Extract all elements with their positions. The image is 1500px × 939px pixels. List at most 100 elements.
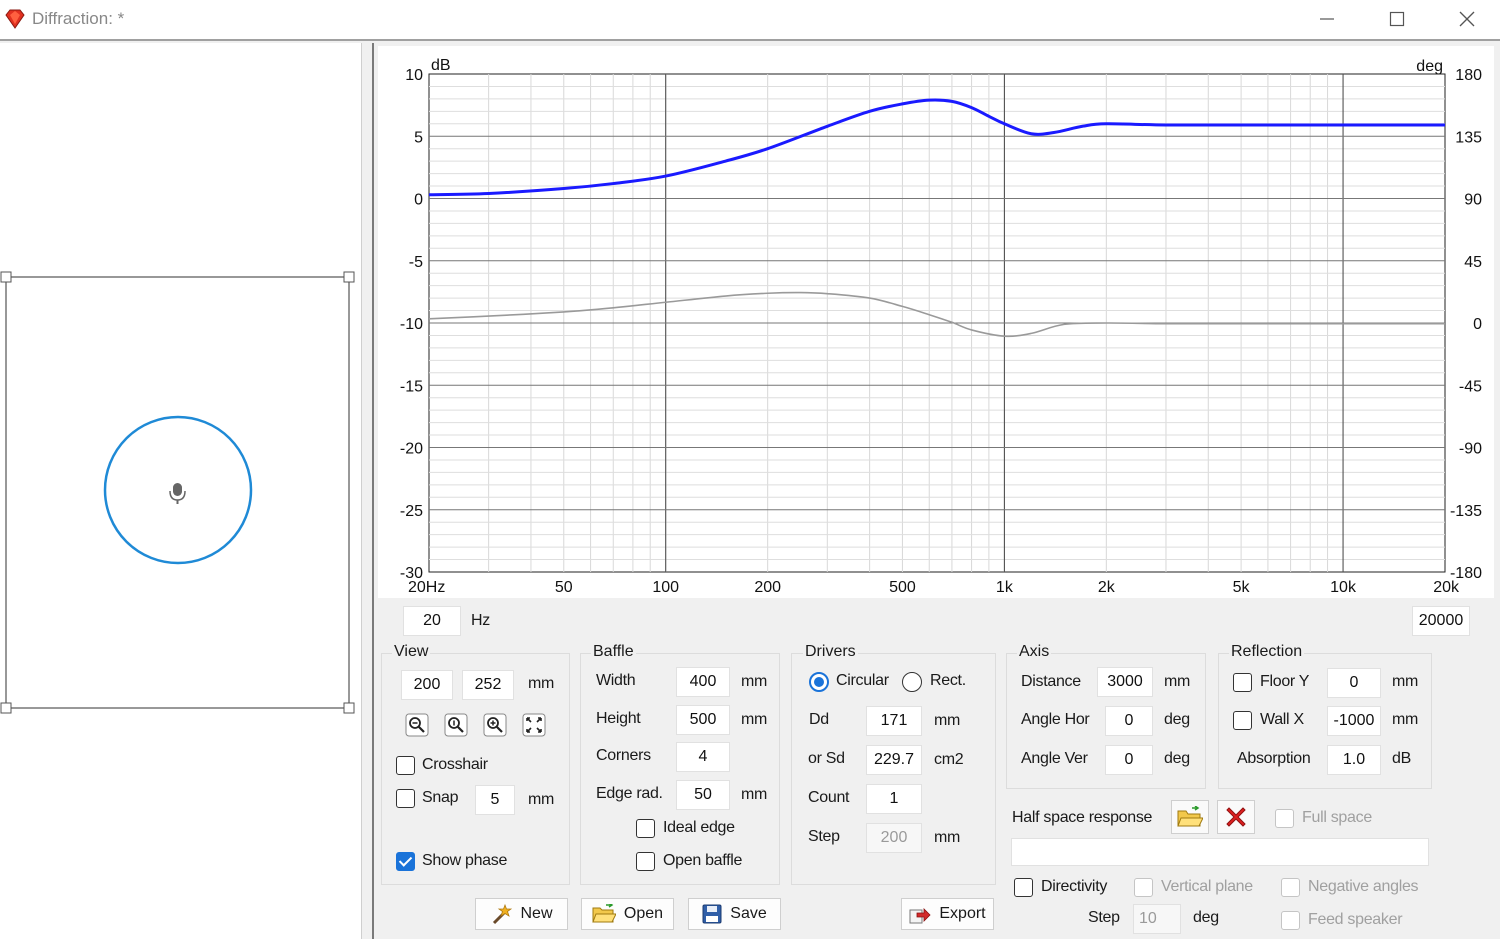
zoom-fit-button[interactable]	[443, 712, 469, 738]
freq-max-input[interactable]: 20000	[1412, 606, 1470, 636]
absorption-unit: dB	[1392, 750, 1411, 767]
negative-angles-checkbox[interactable]	[1281, 878, 1300, 897]
open-button[interactable]: Open	[581, 898, 674, 930]
snap-checkbox[interactable]	[396, 789, 415, 808]
open-baffle-label: Open baffle	[663, 852, 743, 869]
floor-checkbox[interactable]	[1233, 673, 1252, 692]
full-space-label: Full space	[1302, 809, 1372, 826]
rect-radio[interactable]	[902, 672, 922, 692]
reflection-group-title: Reflection	[1229, 643, 1305, 661]
angle-ver-label: Angle Ver	[1021, 750, 1088, 767]
sd-input[interactable]: 229.7	[866, 745, 922, 775]
baffle-corners-label: Corners	[596, 747, 651, 764]
baffle-height-input[interactable]: 500	[676, 705, 730, 735]
y-tick-label: -30	[400, 565, 423, 582]
baffle-edge-label: Edge rad.	[596, 785, 663, 802]
snap-input[interactable]: 5	[475, 785, 515, 815]
y-tick-label: -15	[400, 378, 423, 395]
y-tick-label: 10	[405, 67, 423, 84]
open-button-label: Open	[623, 905, 664, 922]
snap-unit: mm	[528, 791, 555, 808]
floor-label: Floor Y	[1260, 673, 1310, 690]
y-tick-label: -20	[400, 441, 423, 458]
dd-input[interactable]: 171	[866, 706, 922, 736]
crosshair-checkbox[interactable]	[396, 756, 415, 775]
half-space-clear-button[interactable]	[1217, 800, 1255, 834]
baffle-width-unit: mm	[741, 673, 768, 690]
floppy-disk-icon	[702, 904, 722, 924]
angle-ver-input[interactable]: 0	[1105, 745, 1153, 775]
show-phase-checkbox[interactable]	[396, 852, 415, 871]
directivity-checkbox[interactable]	[1014, 878, 1033, 897]
zoom-in-button[interactable]	[482, 712, 508, 738]
x-tick-label: 2k	[1098, 579, 1116, 596]
y2-tick-label: 90	[1464, 192, 1482, 209]
freq-min-input[interactable]: 20	[403, 606, 461, 636]
x-tick-label: 500	[889, 579, 916, 596]
x-tick-label: 5k	[1233, 579, 1251, 596]
count-label: Count	[808, 789, 850, 806]
half-space-label: Half space response	[1012, 809, 1153, 826]
view-width-input[interactable]: 200	[401, 670, 453, 700]
baffle-edge-input[interactable]: 50	[676, 780, 730, 810]
wall-checkbox[interactable]	[1233, 711, 1252, 730]
x-tick-label: 10k	[1330, 579, 1357, 596]
freq-min-unit: Hz	[471, 612, 490, 629]
absorption-label: Absorption	[1237, 750, 1311, 767]
axis-group-title: Axis	[1017, 643, 1052, 661]
show-phase-label: Show phase	[422, 852, 508, 869]
ideal-edge-label: Ideal edge	[663, 819, 735, 836]
count-input[interactable]: 1	[866, 784, 922, 814]
crosshair-label: Crosshair	[422, 756, 488, 773]
circular-radio[interactable]	[809, 672, 829, 692]
new-button[interactable]: New	[475, 898, 568, 930]
baffle-corners-input[interactable]: 4	[676, 742, 730, 772]
zoom-out-icon	[405, 713, 429, 737]
x-tick-label: 50	[555, 579, 573, 596]
feed-speaker-checkbox[interactable]	[1281, 911, 1300, 930]
angle-hor-unit: deg	[1164, 711, 1190, 728]
ideal-edge-checkbox[interactable]	[636, 819, 655, 838]
absorption-input[interactable]: 1.0	[1327, 745, 1381, 775]
zoom-out-button[interactable]	[404, 712, 430, 738]
new-button-label: New	[520, 905, 553, 922]
x-tick-label: 100	[652, 579, 679, 596]
full-space-checkbox[interactable]	[1275, 809, 1294, 828]
export-button[interactable]: Export	[901, 898, 994, 930]
view-group-title: View	[392, 643, 431, 661]
negative-angles-label: Negative angles	[1308, 878, 1419, 895]
half-space-file-field[interactable]	[1011, 838, 1429, 866]
y-tick-label: 0	[414, 192, 423, 209]
y-axis-label: dB	[431, 57, 451, 74]
open-baffle-checkbox[interactable]	[636, 852, 655, 871]
red-x-icon	[1226, 807, 1246, 827]
export-button-label: Export	[939, 905, 986, 922]
driver-step-label: Step	[808, 828, 840, 845]
wall-input[interactable]: -1000	[1327, 706, 1381, 736]
fit-all-button[interactable]	[521, 712, 547, 738]
drivers-group-title: Drivers	[803, 643, 858, 661]
zoom-fit-icon	[444, 713, 468, 737]
snap-label: Snap	[422, 789, 459, 806]
y2-tick-label: 135	[1455, 129, 1482, 146]
distance-input[interactable]: 3000	[1097, 667, 1153, 697]
baffle-width-input[interactable]: 400	[676, 667, 730, 697]
magic-wand-icon	[493, 903, 513, 925]
baffle-width-label: Width	[596, 672, 636, 689]
directivity-step-unit: deg	[1193, 909, 1219, 926]
half-space-open-button[interactable]	[1171, 800, 1209, 834]
dd-unit: mm	[934, 712, 961, 729]
y-tick-label: -25	[400, 503, 423, 520]
view-height-input[interactable]: 252	[462, 670, 514, 700]
distance-label: Distance	[1021, 673, 1081, 690]
zoom-in-icon	[483, 713, 507, 737]
save-button-label: Save	[730, 905, 767, 922]
vertical-plane-checkbox[interactable]	[1134, 878, 1153, 897]
directivity-step-input[interactable]: 10	[1133, 904, 1181, 934]
floor-input[interactable]: 0	[1327, 668, 1381, 698]
save-button[interactable]: Save	[688, 898, 781, 930]
sd-label: or Sd	[808, 750, 845, 767]
wall-label: Wall X	[1260, 711, 1304, 728]
angle-hor-input[interactable]: 0	[1105, 706, 1153, 736]
driver-step-input[interactable]: 200	[866, 823, 922, 853]
